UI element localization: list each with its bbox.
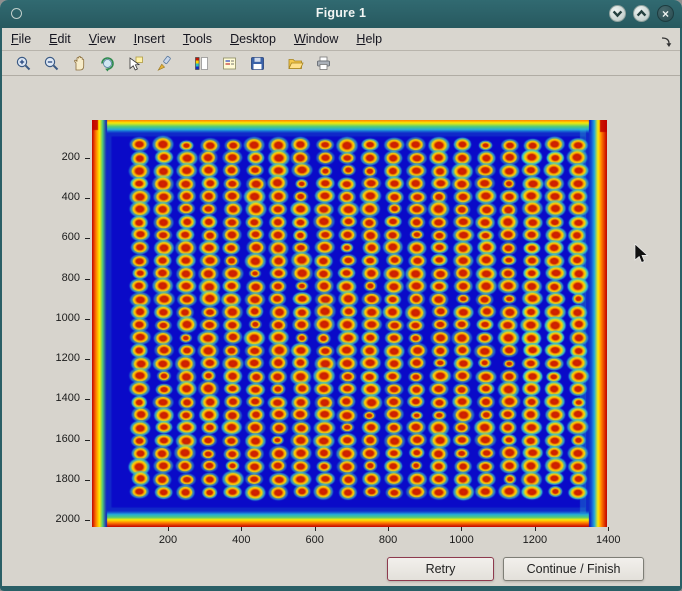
y-tick-label: 800 xyxy=(46,272,80,284)
tick-mark xyxy=(85,440,90,441)
chevron-down-icon[interactable] xyxy=(609,5,626,22)
mouse-cursor xyxy=(634,243,649,265)
y-tick-label: 2000 xyxy=(46,513,80,525)
open-file-icon[interactable] xyxy=(282,52,308,74)
zoom-in-icon[interactable] xyxy=(10,52,36,74)
y-axis-labels: 200 400 600 800 1000 1200 1400 1600 1800 2000 xyxy=(44,120,92,527)
tick-mark xyxy=(85,359,90,360)
x-tick-label: 800 xyxy=(364,534,412,546)
menu-items: FileEditViewInsertToolsDesktopWindowHelp xyxy=(2,30,391,47)
x-tick-label: 1000 xyxy=(437,534,485,546)
x-axis-labels: 200 400 600 800 1000 1200 1400 xyxy=(92,527,632,551)
pan-icon[interactable] xyxy=(66,52,92,74)
insert-legend-icon[interactable] xyxy=(216,52,242,74)
brush-icon[interactable] xyxy=(150,52,176,74)
tick-mark xyxy=(608,527,609,531)
x-tick-label: 1200 xyxy=(511,534,559,546)
window-border-bottom xyxy=(0,586,682,591)
x-tick-label: 400 xyxy=(217,534,265,546)
y-tick-label: 1600 xyxy=(46,433,80,445)
menu-item-tools[interactable]: Tools xyxy=(174,28,221,50)
zoom-out-icon[interactable] xyxy=(38,52,64,74)
y-tick-label: 200 xyxy=(46,151,80,163)
tick-mark xyxy=(241,527,242,531)
tick-mark xyxy=(85,520,90,521)
chevron-up-icon[interactable] xyxy=(633,5,650,22)
figure-toolbar xyxy=(2,51,680,76)
y-tick-label: 1000 xyxy=(46,312,80,324)
tick-mark xyxy=(85,480,90,481)
window-border-left xyxy=(0,28,2,591)
menu-item-insert[interactable]: Insert xyxy=(125,28,174,50)
menu-item-file[interactable]: File xyxy=(2,28,40,50)
x-tick-label: 1400 xyxy=(584,534,632,546)
window-title: Figure 1 xyxy=(0,6,682,20)
menu-item-view[interactable]: View xyxy=(80,28,125,50)
menu-item-edit[interactable]: Edit xyxy=(40,28,80,50)
tick-mark xyxy=(315,527,316,531)
y-tick-label: 1800 xyxy=(46,473,80,485)
continue-finish-button[interactable]: Continue / Finish xyxy=(503,557,644,581)
y-tick-label: 600 xyxy=(46,231,80,243)
close-icon[interactable]: × xyxy=(657,5,674,22)
figure-window: Figure 1 × FileEditViewInsertToolsDeskto… xyxy=(0,0,682,591)
tick-mark xyxy=(168,527,169,531)
tick-mark xyxy=(85,399,90,400)
data-cursor-icon[interactable] xyxy=(122,52,148,74)
save-figure-icon[interactable] xyxy=(244,52,270,74)
rotate-3d-icon[interactable] xyxy=(94,52,120,74)
menu-item-help[interactable]: Help xyxy=(347,28,391,50)
tick-mark xyxy=(85,319,90,320)
y-tick-label: 400 xyxy=(46,191,80,203)
insert-colorbar-icon[interactable] xyxy=(188,52,214,74)
tick-mark xyxy=(85,198,90,199)
y-tick-label: 1400 xyxy=(46,392,80,404)
menu-bar: FileEditViewInsertToolsDesktopWindowHelp xyxy=(2,28,680,51)
plot-area xyxy=(92,120,607,527)
tick-mark xyxy=(85,158,90,159)
tick-mark xyxy=(388,527,389,531)
y-tick-label: 1200 xyxy=(46,352,80,364)
x-tick-label: 200 xyxy=(144,534,192,546)
tick-mark xyxy=(461,527,462,531)
retry-button[interactable]: Retry xyxy=(387,557,494,581)
menu-item-window[interactable]: Window xyxy=(285,28,347,50)
tick-mark xyxy=(85,279,90,280)
tick-mark xyxy=(85,238,90,239)
tick-mark xyxy=(535,527,536,531)
dock-figure-icon[interactable] xyxy=(660,33,672,45)
heatmap-canvas[interactable] xyxy=(92,120,607,527)
print-icon[interactable] xyxy=(310,52,336,74)
menu-item-desktop[interactable]: Desktop xyxy=(221,28,285,50)
title-bar: Figure 1 × xyxy=(0,0,682,28)
x-tick-label: 600 xyxy=(291,534,339,546)
window-controls: × xyxy=(609,5,674,22)
